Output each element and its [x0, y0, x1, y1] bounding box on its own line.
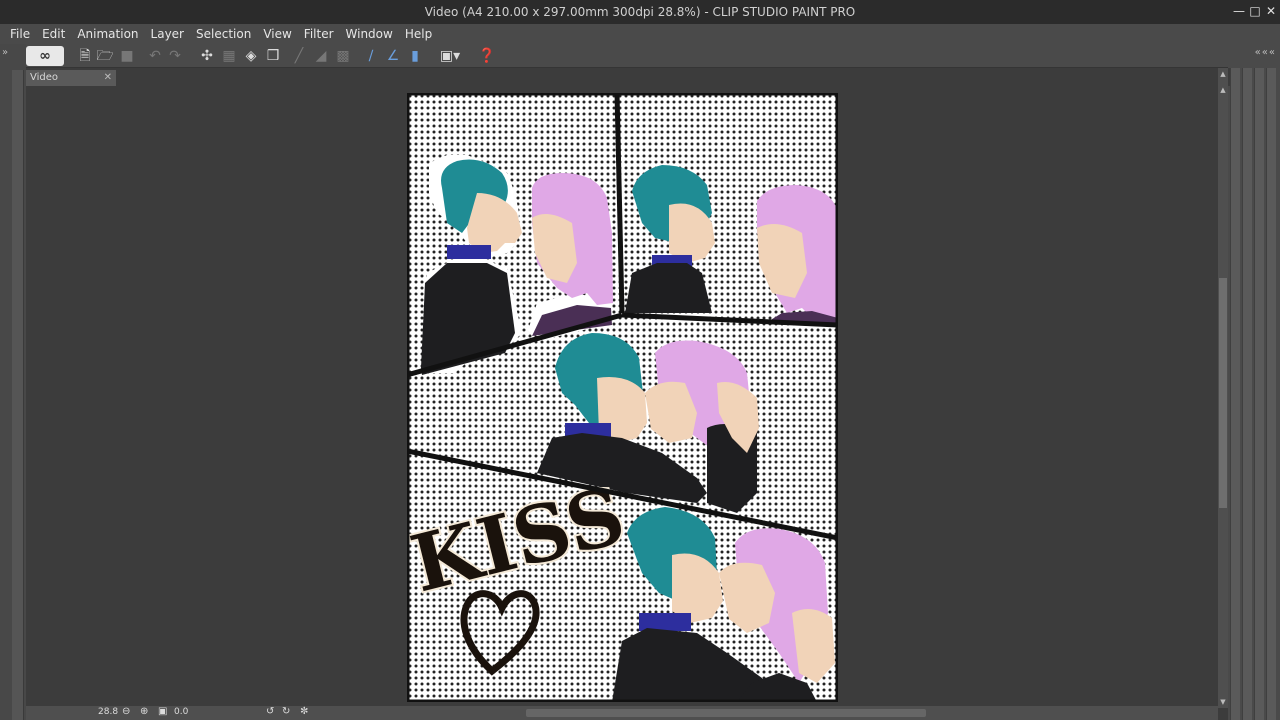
expand-left-icon[interactable]: » [2, 47, 8, 58]
invert-selection-icon[interactable]: ◢ [312, 47, 330, 65]
transform-handles-icon[interactable]: ✣ [198, 47, 216, 65]
document-tab-row: Video ✕ [26, 68, 1230, 86]
help-icon[interactable]: ❓ [478, 47, 496, 65]
reset-rotation-icon[interactable]: ✼ [300, 706, 308, 717]
canvas-page[interactable]: KISS [407, 93, 838, 702]
left-panel-collapsed-bar[interactable] [12, 70, 24, 720]
zoom-in-icon[interactable]: ⊕ [140, 706, 148, 717]
zoom-value[interactable]: 28.8 [98, 707, 118, 717]
scroll-down-icon[interactable]: ▼ [1219, 698, 1227, 706]
ruler-snap-icon[interactable]: ∕ [362, 47, 380, 65]
right-panel-collapsed-bar-3[interactable] [1254, 68, 1264, 720]
menu-view[interactable]: View [257, 24, 297, 44]
redo-icon[interactable]: ↷ [166, 47, 184, 65]
vertical-scroll-thumb[interactable] [1219, 278, 1227, 508]
menu-animation[interactable]: Animation [71, 24, 144, 44]
close-icon[interactable]: ✕ [1264, 3, 1278, 19]
scroll-up-icon[interactable]: ▲ [1219, 70, 1227, 78]
angle-value[interactable]: 0.0 [174, 707, 188, 717]
horizontal-scroll-thumb[interactable] [526, 709, 926, 717]
new-document-icon[interactable]: 🗎 [76, 47, 94, 65]
open-folder-icon[interactable]: 🗁 [96, 47, 114, 65]
menu-filter[interactable]: Filter [298, 24, 340, 44]
save-icon[interactable]: ■ [118, 47, 136, 65]
status-bar: 28.8 ⊖ ⊕ ▣ 0.0 ↺ ↻ ✼ [26, 706, 1218, 720]
title-bar: Video (A4 210.00 x 297.00mm 300dpi 28.8%… [0, 0, 1280, 24]
fit-icon[interactable]: ▣ [158, 706, 167, 717]
app-window: Video (A4 210.00 x 297.00mm 300dpi 28.8%… [0, 0, 1280, 720]
minimize-icon[interactable]: — [1232, 3, 1246, 19]
expand-right-icon[interactable]: ««« [1255, 47, 1276, 58]
menu-selection[interactable]: Selection [190, 24, 257, 44]
menu-window[interactable]: Window [340, 24, 399, 44]
special-ruler-snap-icon[interactable]: ∠ [384, 47, 402, 65]
document-tab-label: Video [30, 72, 59, 83]
right-panel-collapsed-bar-1[interactable] [1230, 68, 1240, 720]
screen-mode-icon[interactable]: ▣▾ [436, 47, 464, 65]
scroll-top-icon[interactable]: ▲ [1219, 86, 1227, 94]
menu-file[interactable]: File [4, 24, 36, 44]
document-tab[interactable]: Video ✕ [26, 70, 116, 86]
select-layer-icon[interactable]: ▩ [334, 47, 352, 65]
command-bar: ∞ 🗎 🗁 ■ ↶ ↷ ✣ ▦ ◈ ❒ ╱ ◢ ▩ ∕ ∠ ▮ ▣▾ ❓ [0, 44, 1280, 68]
vertical-scrollbar[interactable]: ▲ ▲ ▼ [1218, 68, 1228, 708]
clear-icon[interactable]: ▦ [220, 47, 238, 65]
menu-edit[interactable]: Edit [36, 24, 71, 44]
right-panel-collapsed-bar-4[interactable] [1266, 68, 1276, 720]
close-tab-icon[interactable]: ✕ [104, 70, 112, 86]
rotate-left-icon[interactable]: ↺ [266, 706, 274, 717]
menu-layer[interactable]: Layer [145, 24, 190, 44]
comic-artwork: KISS [407, 93, 838, 702]
zoom-out-icon[interactable]: ⊖ [122, 706, 130, 717]
menu-bar: File Edit Animation Layer Selection View… [0, 24, 1280, 44]
grid-snap-icon[interactable]: ▮ [406, 47, 424, 65]
undo-icon[interactable]: ↶ [146, 47, 164, 65]
rotate-right-icon[interactable]: ↻ [282, 706, 290, 717]
panel-1-girl [527, 173, 613, 339]
scale-icon[interactable]: ❒ [264, 47, 282, 65]
clip-studio-logo[interactable]: ∞ [26, 46, 64, 66]
window-title: Video (A4 210.00 x 297.00mm 300dpi 28.8%… [424, 5, 856, 19]
maximize-icon[interactable]: □ [1248, 3, 1262, 19]
right-panel-collapsed-bar-2[interactable] [1242, 68, 1252, 720]
window-controls: — □ ✕ [1232, 3, 1278, 19]
menu-help[interactable]: Help [399, 24, 438, 44]
deselect-icon[interactable]: ╱ [290, 47, 308, 65]
fill-icon[interactable]: ◈ [242, 47, 260, 65]
